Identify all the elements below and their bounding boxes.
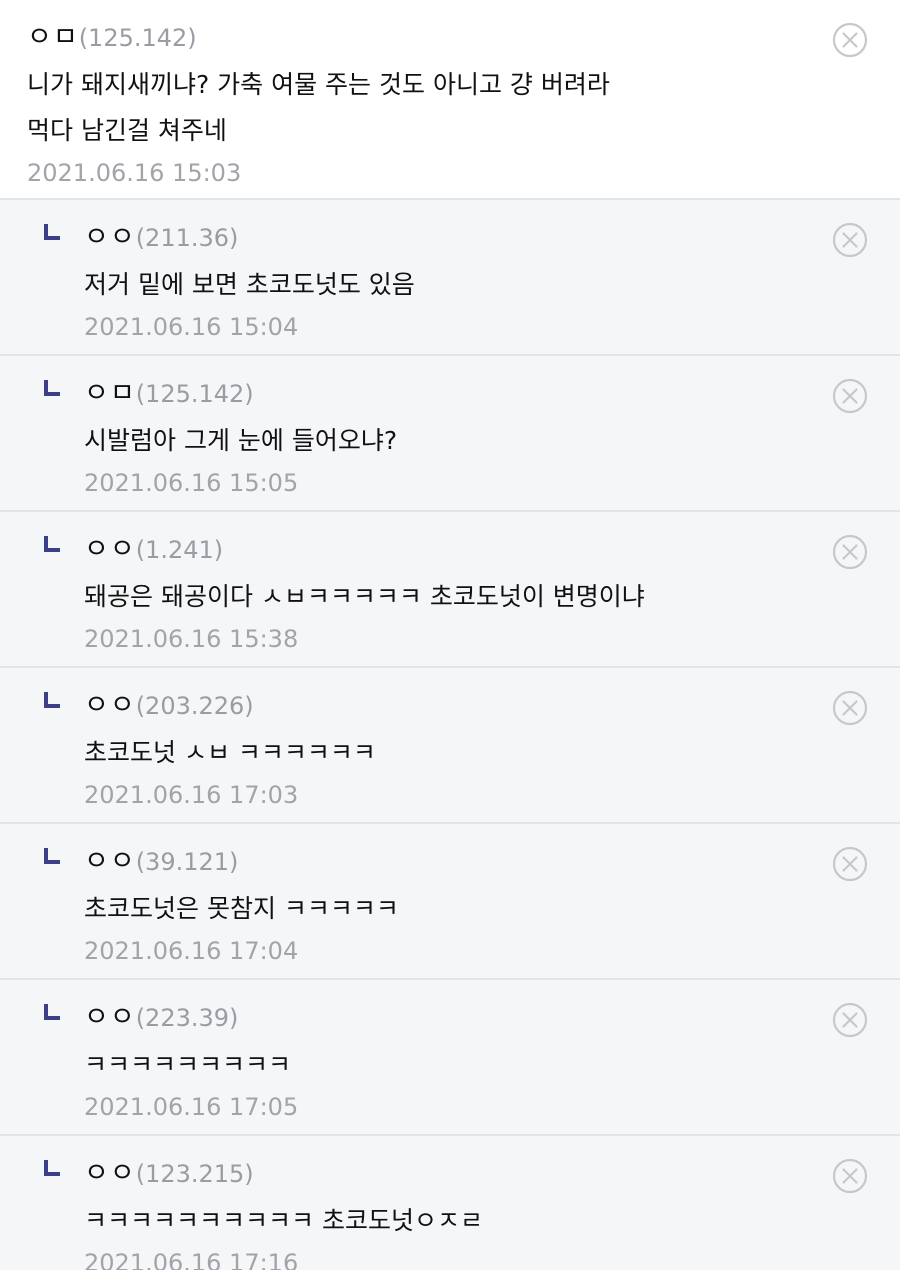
delete-reply-button[interactable]	[832, 534, 868, 570]
reply-item: ㅇㅇ(223.39) ㅋㅋㅋㅋㅋㅋㅋㅋㅋ 2021.06.16 17:05	[0, 980, 900, 1136]
reply-header: ㅇㅇ(211.36)	[84, 218, 810, 258]
reply-ip: (123.215)	[135, 1160, 254, 1188]
reply-arrow-icon	[44, 1160, 60, 1176]
reply-item: ㅇㅇ(203.226) 초코도넛 ㅅㅂ ㅋㅋㅋㅋㅋㅋ 2021.06.16 17…	[0, 668, 900, 824]
reply-item: ㅇㅁ(125.142) 시발럼아 그게 눈에 들어오냐? 2021.06.16 …	[0, 356, 900, 512]
close-circle-icon	[832, 846, 868, 882]
reply-nickname[interactable]: ㅇㅇ	[84, 1158, 136, 1189]
comment-nickname[interactable]: ㅇㅁ	[27, 22, 79, 53]
reply-item: ㅇㅇ(123.215) ㅋㅋㅋㅋㅋㅋㅋㅋㅋㅋ 초코도넛ㅇㅈㄹ 2021.06.1…	[0, 1136, 900, 1270]
reply-nickname[interactable]: ㅇㅇ	[84, 534, 136, 565]
reply-header: ㅇㅇ(39.121)	[84, 842, 810, 882]
comment-text-line: 먹다 남긴걸 쳐주네	[27, 116, 227, 145]
close-circle-icon	[832, 222, 868, 258]
delete-comment-button[interactable]	[832, 22, 868, 58]
reply-ip: (39.121)	[135, 848, 239, 876]
reply-content: ㅇㅇ(123.215) ㅋㅋㅋㅋㅋㅋㅋㅋㅋㅋ 초코도넛ㅇㅈㄹ 2021.06.1…	[84, 1154, 810, 1270]
comment-header: ㅇㅁ(125.142)	[27, 18, 810, 58]
reply-date: 2021.06.16 17:04	[84, 937, 299, 965]
delete-reply-button[interactable]	[832, 1002, 868, 1038]
reply-arrow-icon	[44, 1004, 60, 1020]
reply-text: 돼공은 돼공이다 ㅅㅂㅋㅋㅋㅋㅋ 초코도넛이 변명이냐	[84, 582, 645, 611]
reply-content: ㅇㅇ(203.226) 초코도넛 ㅅㅂ ㅋㅋㅋㅋㅋㅋ 2021.06.16 17…	[84, 686, 810, 812]
reply-nickname[interactable]: ㅇㅇ	[84, 846, 136, 877]
close-circle-icon	[832, 1002, 868, 1038]
reply-text: ㅋㅋㅋㅋㅋㅋㅋㅋㅋ	[84, 1050, 292, 1079]
reply-date: 2021.06.16 15:38	[84, 625, 299, 653]
reply-content: ㅇㅇ(223.39) ㅋㅋㅋㅋㅋㅋㅋㅋㅋ 2021.06.16 17:05	[84, 998, 810, 1124]
reply-item: ㅇㅇ(39.121) 초코도넛은 못참지 ㅋㅋㅋㅋㅋ 2021.06.16 17…	[0, 824, 900, 980]
reply-text: 초코도넛 ㅅㅂ ㅋㅋㅋㅋㅋㅋ	[84, 738, 376, 767]
reply-ip: (1.241)	[135, 536, 224, 564]
close-circle-icon	[832, 1158, 868, 1194]
reply-content: ㅇㅇ(1.241) 돼공은 돼공이다 ㅅㅂㅋㅋㅋㅋㅋ 초코도넛이 변명이냐 20…	[84, 530, 810, 656]
reply-text: 초코도넛은 못참지 ㅋㅋㅋㅋㅋ	[84, 894, 399, 923]
close-circle-icon	[832, 690, 868, 726]
reply-arrow-icon	[44, 692, 60, 708]
reply-nickname[interactable]: ㅇㅇ	[84, 222, 136, 253]
reply-content: ㅇㅁ(125.142) 시발럼아 그게 눈에 들어오냐? 2021.06.16 …	[84, 374, 810, 500]
comment-content: ㅇㅁ(125.142) 니가 돼지새끼냐? 가축 여물 주는 것도 아니고 걍 …	[27, 18, 810, 190]
reply-item: ㅇㅇ(211.36) 저거 밑에 보면 초코도넛도 있음 2021.06.16 …	[0, 200, 900, 356]
close-circle-icon	[832, 378, 868, 414]
reply-arrow-icon	[44, 380, 60, 396]
close-circle-icon	[832, 22, 868, 58]
reply-arrow-icon	[44, 536, 60, 552]
reply-date: 2021.06.16 17:16	[84, 1249, 299, 1270]
reply-header: ㅇㅁ(125.142)	[84, 374, 810, 414]
reply-content: ㅇㅇ(39.121) 초코도넛은 못참지 ㅋㅋㅋㅋㅋ 2021.06.16 17…	[84, 842, 810, 968]
comment-thread: ㅇㅁ(125.142) 니가 돼지새끼냐? 가축 여물 주는 것도 아니고 걍 …	[0, 0, 900, 1270]
reply-header: ㅇㅇ(203.226)	[84, 686, 810, 726]
reply-item: ㅇㅇ(1.241) 돼공은 돼공이다 ㅅㅂㅋㅋㅋㅋㅋ 초코도넛이 변명이냐 20…	[0, 512, 900, 668]
reply-header: ㅇㅇ(1.241)	[84, 530, 810, 570]
reply-date: 2021.06.16 17:05	[84, 1093, 299, 1121]
reply-text: 시발럼아 그게 눈에 들어오냐?	[84, 426, 398, 455]
reply-arrow-icon	[44, 848, 60, 864]
delete-reply-button[interactable]	[832, 846, 868, 882]
comment-date: 2021.06.16 15:03	[27, 159, 242, 187]
reply-date: 2021.06.16 15:05	[84, 469, 299, 497]
reply-ip: (223.39)	[135, 1004, 239, 1032]
reply-date: 2021.06.16 17:03	[84, 781, 299, 809]
close-circle-icon	[832, 534, 868, 570]
reply-ip: (211.36)	[135, 224, 239, 252]
reply-nickname[interactable]: ㅇㅇ	[84, 1002, 136, 1033]
delete-reply-button[interactable]	[832, 690, 868, 726]
delete-reply-button[interactable]	[832, 378, 868, 414]
reply-arrow-icon	[44, 224, 60, 240]
comment-text-line: 니가 돼지새끼냐? 가축 여물 주는 것도 아니고 걍 버려라	[27, 70, 610, 99]
delete-reply-button[interactable]	[832, 222, 868, 258]
reply-content: ㅇㅇ(211.36) 저거 밑에 보면 초코도넛도 있음 2021.06.16 …	[84, 218, 810, 344]
reply-ip: (203.226)	[135, 692, 254, 720]
reply-nickname[interactable]: ㅇㅁ	[84, 378, 136, 409]
reply-text: ㅋㅋㅋㅋㅋㅋㅋㅋㅋㅋ 초코도넛ㅇㅈㄹ	[84, 1206, 483, 1235]
reply-header: ㅇㅇ(223.39)	[84, 998, 810, 1038]
reply-nickname[interactable]: ㅇㅇ	[84, 690, 136, 721]
reply-ip: (125.142)	[135, 380, 254, 408]
reply-header: ㅇㅇ(123.215)	[84, 1154, 810, 1194]
comment-item: ㅇㅁ(125.142) 니가 돼지새끼냐? 가축 여물 주는 것도 아니고 걍 …	[0, 0, 900, 200]
reply-text: 저거 밑에 보면 초코도넛도 있음	[84, 270, 415, 299]
reply-date: 2021.06.16 15:04	[84, 313, 299, 341]
delete-reply-button[interactable]	[832, 1158, 868, 1194]
comment-ip: (125.142)	[78, 24, 197, 52]
